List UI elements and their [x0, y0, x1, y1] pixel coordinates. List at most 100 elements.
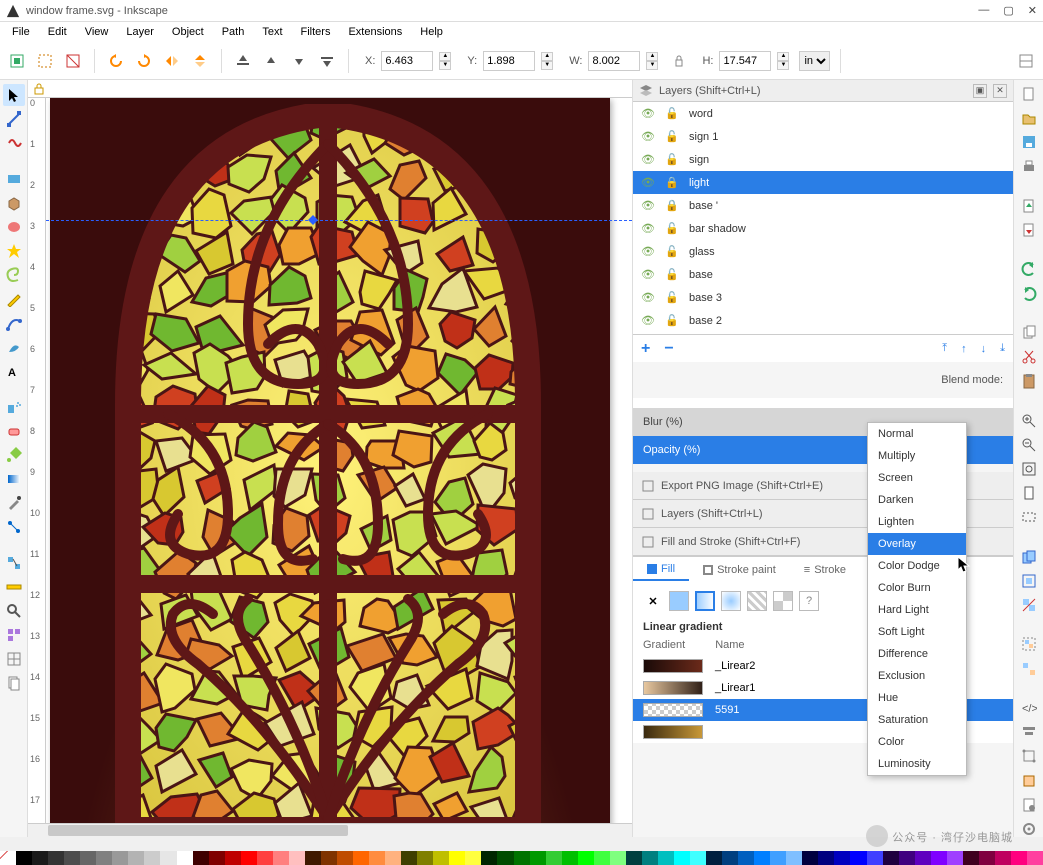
layer-visibility-icon[interactable]: 👁: [641, 107, 655, 120]
blend-mode-dropdown[interactable]: NormalMultiplyScreenDarkenLightenOverlay…: [867, 422, 967, 776]
palette-swatch[interactable]: [786, 851, 802, 865]
blend-mode-option[interactable]: Screen: [868, 467, 966, 489]
palette-swatch[interactable]: [883, 851, 899, 865]
menu-layer[interactable]: Layer: [118, 24, 162, 40]
blend-mode-option[interactable]: Color Burn: [868, 577, 966, 599]
xml-editor-icon[interactable]: </>: [1020, 700, 1038, 716]
guide-anchor-icon[interactable]: [308, 215, 318, 225]
palette-swatch[interactable]: [867, 851, 883, 865]
layer-visibility-icon[interactable]: 👁: [641, 268, 655, 281]
layer-name[interactable]: base ': [689, 200, 718, 212]
coord-x-input[interactable]: [381, 51, 433, 71]
layer-lock-icon[interactable]: 🔓: [665, 153, 679, 166]
menu-help[interactable]: Help: [412, 24, 451, 40]
coord-h-up[interactable]: ▲: [777, 52, 789, 61]
palette-swatch[interactable]: [562, 851, 578, 865]
coord-y-up[interactable]: ▲: [541, 52, 553, 61]
mesh-tool[interactable]: [3, 648, 25, 670]
menu-text[interactable]: Text: [254, 24, 290, 40]
spray-tool[interactable]: [3, 396, 25, 418]
palette-swatch[interactable]: [722, 851, 738, 865]
blend-mode-option[interactable]: Difference: [868, 643, 966, 665]
palette-swatch[interactable]: [96, 851, 112, 865]
blend-mode-option[interactable]: Hard Light: [868, 599, 966, 621]
layer-lock-icon[interactable]: 🔓: [665, 268, 679, 281]
ellipse-tool[interactable]: [3, 216, 25, 238]
guides-lock-icon[interactable]: [30, 80, 48, 97]
blend-mode-option[interactable]: Soft Light: [868, 621, 966, 643]
palette-swatch[interactable]: [754, 851, 770, 865]
layer-row[interactable]: 👁🔓base 3: [633, 286, 1013, 309]
palette-swatch[interactable]: [770, 851, 786, 865]
rotate-ccw-icon[interactable]: [105, 50, 127, 72]
palette-swatch[interactable]: [433, 851, 449, 865]
palette-swatch[interactable]: [48, 851, 64, 865]
blend-mode-option[interactable]: Lighten: [868, 511, 966, 533]
palette-swatch[interactable]: [995, 851, 1011, 865]
rect-tool[interactable]: [3, 168, 25, 190]
diagram-tool[interactable]: [3, 552, 25, 574]
blend-mode-option[interactable]: Multiply: [868, 445, 966, 467]
horizontal-guide[interactable]: [46, 220, 632, 221]
coord-w-input[interactable]: [588, 51, 640, 71]
palette-none[interactable]: [0, 851, 16, 865]
layer-visibility-icon[interactable]: 👁: [641, 245, 655, 258]
layer-name[interactable]: base: [689, 269, 713, 281]
layer-row[interactable]: 👁🔓base 2: [633, 309, 1013, 332]
palette-swatch[interactable]: [690, 851, 706, 865]
zoom-tool[interactable]: [3, 600, 25, 622]
layer-visibility-icon[interactable]: 👁: [641, 153, 655, 166]
layer-down-button[interactable]: ↓: [981, 343, 987, 355]
paint-flat-button[interactable]: [669, 591, 689, 611]
close-button[interactable]: ✕: [1028, 4, 1037, 17]
node-tool[interactable]: [3, 108, 25, 130]
3dbox-tool[interactable]: [3, 192, 25, 214]
document-properties-icon[interactable]: [1020, 797, 1038, 813]
palette-swatch[interactable]: [353, 851, 369, 865]
export-icon[interactable]: [1020, 222, 1038, 238]
star-tool[interactable]: [3, 240, 25, 262]
zoom-in-icon[interactable]: [1020, 413, 1038, 429]
blend-mode-option[interactable]: Overlay: [868, 533, 966, 555]
duplicate-icon[interactable]: [1020, 549, 1038, 565]
pencil-tool[interactable]: [3, 288, 25, 310]
cut-icon[interactable]: [1020, 349, 1038, 365]
eraser-tool[interactable]: [3, 420, 25, 442]
blend-mode-option[interactable]: Color Dodge: [868, 555, 966, 577]
rotate-cw-icon[interactable]: [133, 50, 155, 72]
transform-icon[interactable]: [1020, 748, 1038, 764]
layer-name[interactable]: base 3: [689, 292, 722, 304]
layer-up-button[interactable]: ↑: [961, 343, 967, 355]
palette-swatch[interactable]: [594, 851, 610, 865]
layer-lock-icon[interactable]: 🔓: [665, 291, 679, 304]
layer-name[interactable]: bar shadow: [689, 223, 746, 235]
palette-swatch[interactable]: [931, 851, 947, 865]
fill-tab[interactable]: Fill: [633, 559, 689, 581]
palette-swatch[interactable]: [465, 851, 481, 865]
menu-extensions[interactable]: Extensions: [340, 24, 410, 40]
layer-row[interactable]: 👁🔒light: [633, 171, 1013, 194]
unit-select[interactable]: in: [799, 51, 830, 71]
new-document-icon[interactable]: [1020, 86, 1038, 102]
palette-swatch[interactable]: [578, 851, 594, 865]
layer-lock-icon[interactable]: 🔓: [665, 222, 679, 235]
layer-visibility-icon[interactable]: 👁: [641, 222, 655, 235]
layer-visibility-icon[interactable]: 👁: [641, 314, 655, 327]
canvas[interactable]: [46, 98, 632, 823]
palette-swatch[interactable]: [658, 851, 674, 865]
palette-swatch[interactable]: [305, 851, 321, 865]
layer-lock-icon[interactable]: 🔓: [665, 130, 679, 143]
ruler-horizontal[interactable]: [28, 80, 632, 98]
blend-mode-option[interactable]: Luminosity: [868, 753, 966, 775]
layer-name[interactable]: base 2: [689, 315, 722, 327]
add-layer-button[interactable]: +: [641, 340, 650, 358]
palette-swatch[interactable]: [706, 851, 722, 865]
coord-y-down[interactable]: ▼: [541, 61, 553, 70]
palette-swatch[interactable]: [642, 851, 658, 865]
palette-swatch[interactable]: [626, 851, 642, 865]
palette-swatch[interactable]: [144, 851, 160, 865]
layer-name[interactable]: sign 1: [689, 131, 718, 143]
coord-w-up[interactable]: ▲: [646, 52, 658, 61]
lock-aspect-icon[interactable]: [668, 50, 690, 72]
coord-x-down[interactable]: ▼: [439, 61, 451, 70]
